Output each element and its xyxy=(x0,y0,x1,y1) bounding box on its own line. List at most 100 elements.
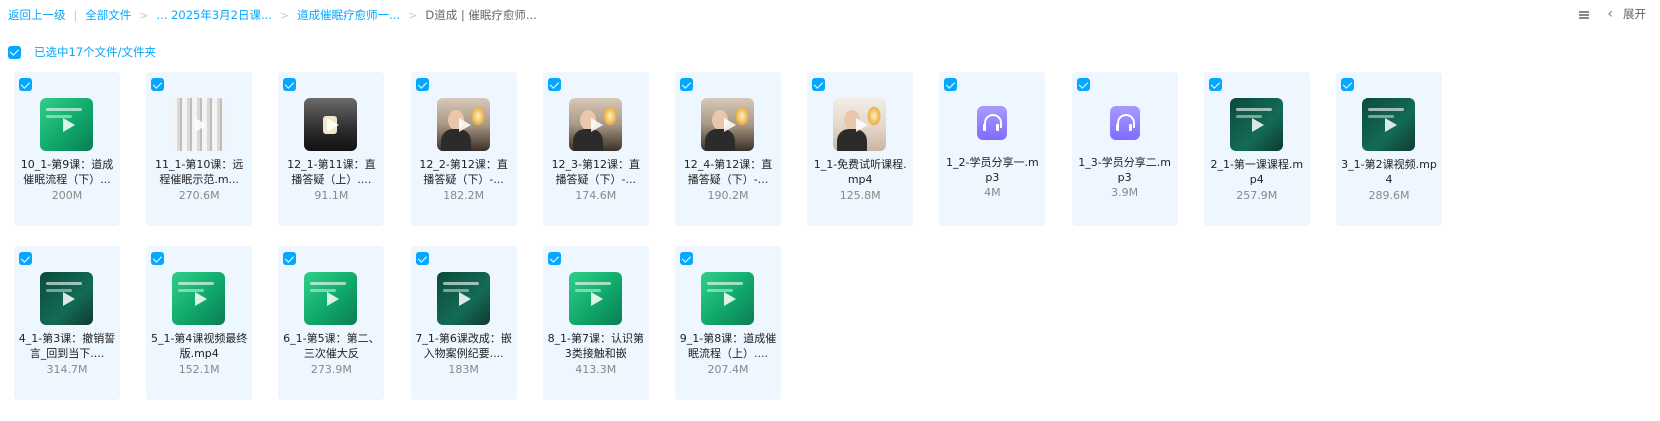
breadcrumb-current-folder: D道成 | 催眠疗愈师... xyxy=(425,8,537,22)
file-card[interactable]: 7_1-第6课改成：嵌入物案例纪要.... 183M xyxy=(410,246,517,400)
file-card[interactable]: 1_1-免费试听课程.mp4 125.8M xyxy=(807,72,914,226)
file-name: 7_1-第6课改成：嵌入物案例纪要.... xyxy=(415,332,512,360)
file-size: 183M xyxy=(448,363,479,376)
file-size: 190.2M xyxy=(707,189,749,202)
video-thumbnail xyxy=(1362,98,1415,151)
play-icon xyxy=(459,117,472,132)
file-card[interactable]: 5_1-第4课视频最终版.mp4 152.1M xyxy=(146,246,253,400)
file-card[interactable]: 1_3-学员分享二.mp3 3.9M xyxy=(1071,72,1178,226)
file-checkbox[interactable] xyxy=(680,252,693,265)
file-name: 12_4-第12课：直播答疑（下）-... xyxy=(683,158,773,186)
breadcrumb-date-folder[interactable]: ... 2025年3月2日课... xyxy=(156,7,272,23)
file-checkbox[interactable] xyxy=(547,78,561,91)
file-card[interactable]: 11_1-第10课：远程催眠示范.m... 270.6M xyxy=(146,72,253,226)
breadcrumb-separator: > xyxy=(279,8,290,22)
play-icon xyxy=(194,117,207,132)
file-name: 5_1-第4课视频最终版.mp4 xyxy=(150,332,248,360)
file-name: 12_1-第11课：直播答疑（上）.... xyxy=(287,158,376,186)
file-name: 1_2-学员分享一.mp3 xyxy=(946,156,1039,184)
file-card[interactable]: 1_2-学员分享一.mp3 4M xyxy=(939,72,1046,226)
file-card[interactable]: 12_3-第12课：直播答疑（下）-... 174.6M xyxy=(542,72,649,226)
video-thumbnail xyxy=(436,98,490,151)
file-checkbox[interactable] xyxy=(1341,78,1354,91)
file-name: 12_2-第12课：直播答疑（下）-... xyxy=(419,158,508,186)
file-card[interactable]: 12_4-第12课：直播答疑（下）-... 190.2M xyxy=(675,72,781,226)
right-toolbar: ‹ 展开 xyxy=(1577,6,1646,22)
play-icon xyxy=(723,117,736,132)
file-checkbox[interactable] xyxy=(812,78,826,91)
file-card[interactable]: 9_1-第8课：道成催眠流程（上）.... 207.4M xyxy=(675,246,781,400)
file-checkbox[interactable] xyxy=(283,78,297,91)
video-thumbnail xyxy=(40,272,93,325)
file-name: 11_1-第10课：远程催眠示范.m... xyxy=(154,158,244,186)
play-icon xyxy=(723,291,736,306)
file-size: 3.9M xyxy=(1111,186,1139,199)
file-name: 1_3-学员分享二.mp3 xyxy=(1078,156,1171,184)
chevron-left-icon[interactable]: ‹ xyxy=(1607,7,1613,21)
file-checkbox[interactable] xyxy=(19,78,32,91)
video-thumbnail xyxy=(568,272,622,325)
file-size: 413.3M xyxy=(575,363,617,376)
file-name: 8_1-第7课：认识第3类接触和嵌 xyxy=(547,332,645,360)
video-thumbnail xyxy=(304,98,358,151)
play-icon xyxy=(194,291,207,306)
file-checkbox[interactable] xyxy=(19,252,32,265)
file-checkbox[interactable] xyxy=(944,78,958,91)
file-name: 2_1-第一课课程.mp4 xyxy=(1210,158,1304,186)
file-name: 3_1-第2课视频.mp4 xyxy=(1341,158,1437,186)
file-checkbox[interactable] xyxy=(151,78,165,91)
play-icon xyxy=(1252,117,1265,132)
video-thumbnail xyxy=(304,272,358,325)
file-size: 4M xyxy=(984,186,1001,199)
file-size: 182.2M xyxy=(443,189,485,202)
file-checkbox[interactable] xyxy=(1076,78,1090,91)
file-size: 257.9M xyxy=(1236,189,1278,202)
back-up-one-level-link[interactable]: 返回上一级 xyxy=(8,7,66,23)
play-icon xyxy=(326,117,339,132)
breadcrumb-all-files[interactable]: 全部文件 xyxy=(85,7,131,23)
video-thumbnail xyxy=(701,272,754,325)
file-size: 270.6M xyxy=(178,189,220,202)
play-icon xyxy=(591,291,604,306)
expand-button[interactable]: 展开 xyxy=(1623,6,1646,22)
file-checkbox[interactable] xyxy=(1208,78,1222,91)
selection-bar: 已选中17个文件/文件夹 xyxy=(8,44,156,60)
breadcrumb-course-folder[interactable]: 道成催眠疗愈师一... xyxy=(297,7,400,23)
select-all-checkbox[interactable] xyxy=(8,45,21,59)
file-card[interactable]: 12_2-第12课：直播答疑（下）-... 182.2M xyxy=(410,72,517,226)
file-checkbox[interactable] xyxy=(547,252,561,265)
file-card[interactable]: 10_1-第9课：道成催眠流程（下）... 200M xyxy=(14,72,120,226)
file-card[interactable]: 12_1-第11课：直播答疑（上）.... 91.1M xyxy=(278,72,385,226)
file-size: 314.7M xyxy=(46,363,88,376)
file-card[interactable]: 3_1-第2课视频.mp4 289.6M xyxy=(1336,72,1442,226)
file-name: 10_1-第9课：道成催眠流程（下）... xyxy=(20,158,114,186)
file-name: 4_1-第3课：撤销誓言_回到当下.... xyxy=(18,332,116,360)
file-size: 174.6M xyxy=(575,189,617,202)
play-icon xyxy=(1384,117,1397,132)
video-thumbnail xyxy=(568,98,622,151)
file-size: 91.1M xyxy=(314,189,349,202)
file-checkbox[interactable] xyxy=(151,252,165,265)
play-icon xyxy=(591,117,604,132)
play-icon xyxy=(459,291,472,306)
file-checkbox[interactable] xyxy=(680,78,693,91)
file-card[interactable]: 4_1-第3课：撤销誓言_回到当下.... 314.7M xyxy=(14,246,120,400)
selection-count-label: 已选中17个文件/文件夹 xyxy=(34,45,157,59)
list-view-icon[interactable] xyxy=(1577,7,1591,21)
file-checkbox[interactable] xyxy=(415,78,429,91)
file-checkbox[interactable] xyxy=(283,252,297,265)
file-size: 125.8M xyxy=(839,189,881,202)
file-size: 200M xyxy=(51,189,83,202)
video-thumbnail xyxy=(1229,98,1283,151)
file-name: 12_3-第12课：直播答疑（下）-... xyxy=(551,158,641,186)
file-size: 152.1M xyxy=(178,363,220,376)
play-icon xyxy=(326,291,339,306)
breadcrumb-separator: > xyxy=(408,8,418,22)
video-thumbnail xyxy=(172,272,226,325)
file-card[interactable]: 6_1-第5课：第二、三次催大反 273.9M xyxy=(278,246,385,400)
file-checkbox[interactable] xyxy=(415,252,429,265)
file-card[interactable]: 8_1-第7课：认识第3类接触和嵌 413.3M xyxy=(542,246,649,400)
video-thumbnail xyxy=(701,98,754,151)
breadcrumb: 返回上一级 | 全部文件 > ... 2025年3月2日课... > 道成催眠疗… xyxy=(8,7,537,23)
file-card[interactable]: 2_1-第一课课程.mp4 257.9M xyxy=(1203,72,1310,226)
